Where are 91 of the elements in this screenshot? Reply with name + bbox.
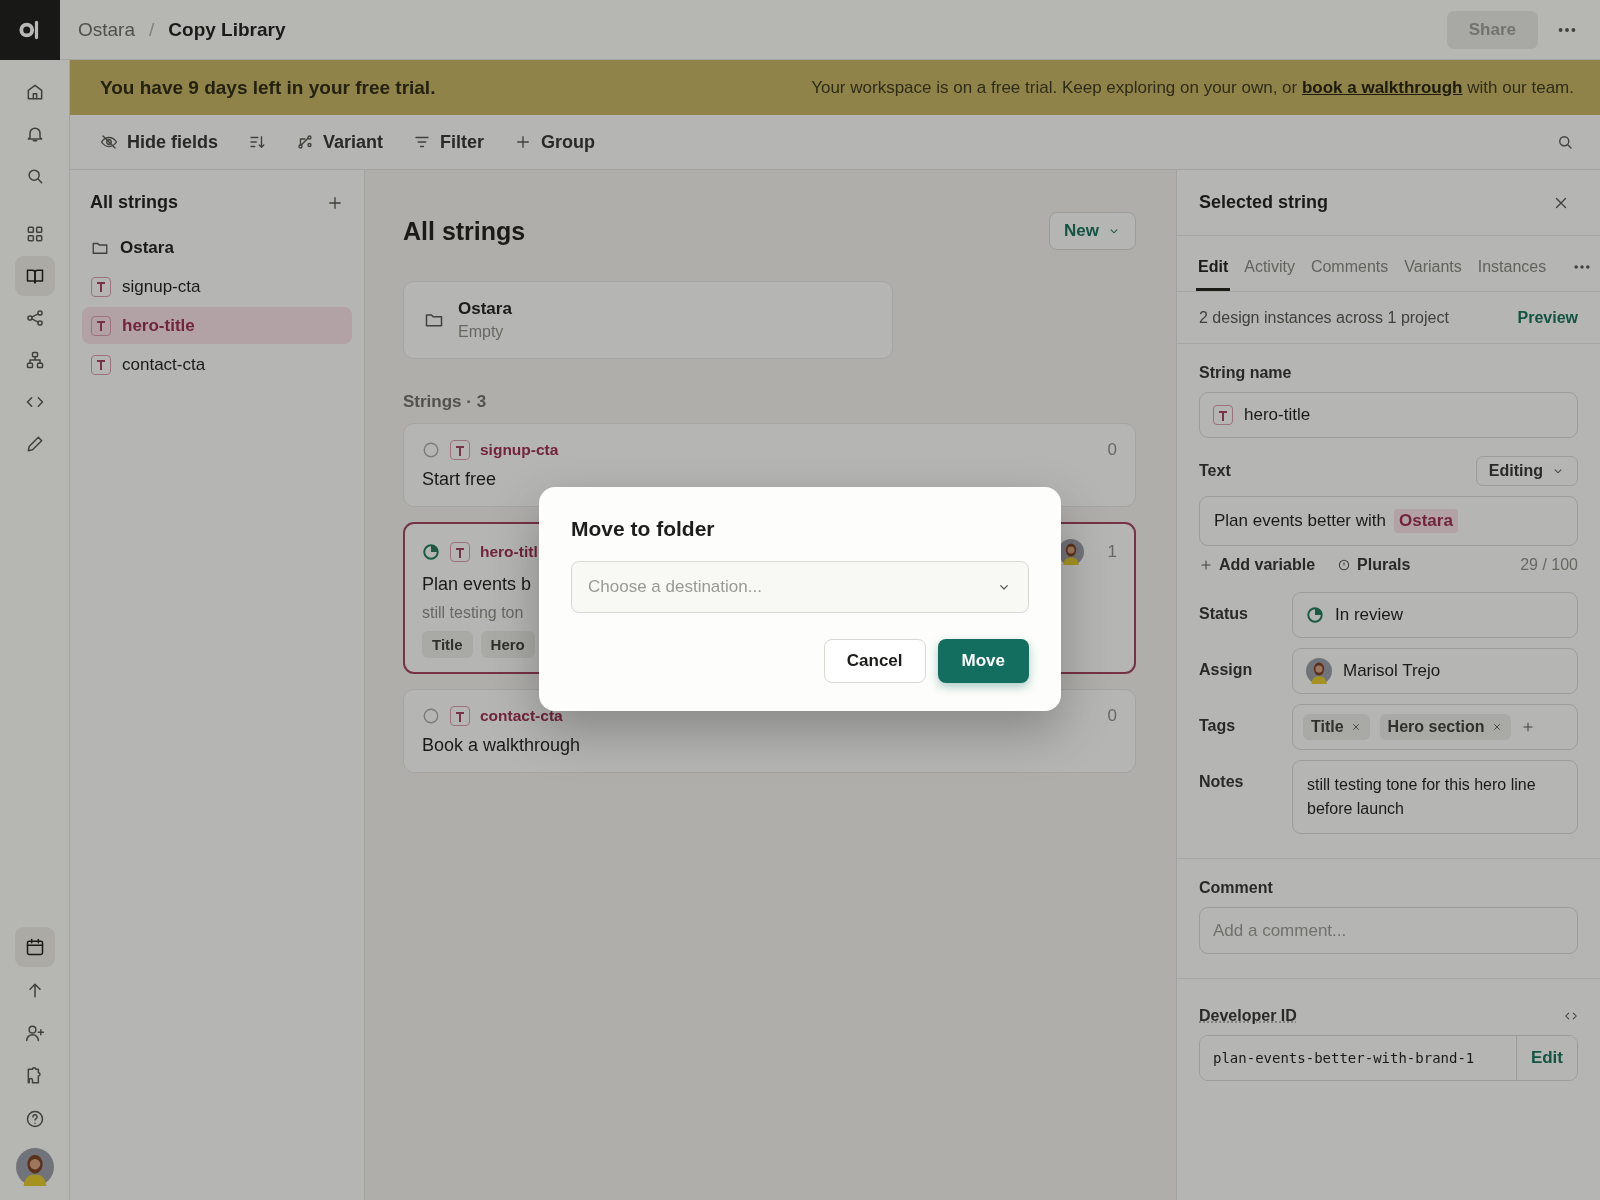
toolbar-button[interactable]: Group: [514, 131, 596, 153]
calendar-icon: [24, 937, 45, 957]
text-type-icon: [450, 542, 470, 562]
sort-icon: [248, 133, 267, 151]
character-count: 29 / 100: [1520, 556, 1578, 574]
text-value: Plan events better with: [1214, 511, 1386, 531]
plus-icon: [1199, 558, 1213, 572]
folder-card[interactable]: Ostara Empty: [403, 281, 893, 359]
book-icon: [24, 266, 45, 286]
variable-chip[interactable]: Ostara: [1394, 509, 1458, 533]
plurals-button[interactable]: Plurals: [1337, 556, 1411, 574]
move-button[interactable]: Move: [937, 639, 1029, 683]
page-title: All strings: [403, 216, 526, 246]
instance-count: 1: [1107, 542, 1117, 562]
add-user-icon: [24, 1023, 45, 1043]
tag-label: Title: [1311, 718, 1344, 736]
name-field[interactable]: hero-title: [1199, 392, 1578, 438]
help-icon: [24, 1109, 45, 1129]
toolbar-button[interactable]: Hide fields: [100, 131, 219, 153]
comment-field[interactable]: Add a comment...: [1199, 907, 1578, 954]
field-label: Assign: [1199, 660, 1254, 679]
sort-button[interactable]: [248, 133, 267, 151]
status-field[interactable]: In review: [1292, 592, 1578, 638]
field-label: Text: [1199, 462, 1231, 480]
field-label: Status: [1199, 604, 1249, 623]
mode-dropdown[interactable]: Editing: [1475, 456, 1578, 486]
string-text: Start free: [422, 469, 497, 490]
field-label: Notes: [1199, 772, 1245, 791]
code-icon[interactable]: [1564, 1009, 1578, 1023]
text-type-icon: [450, 440, 470, 460]
tab[interactable]: Edit: [1196, 258, 1231, 291]
string-name: signup-cta: [480, 441, 559, 459]
panel-title: Selected string: [1199, 192, 1329, 213]
panel-title: All strings: [90, 192, 178, 213]
dialog-title: Move to folder: [571, 517, 716, 541]
clock-icon: [1337, 558, 1352, 572]
string-note: still testing ton: [422, 604, 524, 622]
instances-summary: 2 design instances across 1 project: [1199, 308, 1449, 327]
share-icon: [24, 308, 45, 328]
edit-button[interactable]: Edit: [1515, 1036, 1577, 1080]
trial-note: Your workspace is on a free trial. Keep exploring on your own, or book a walkthrough with our team.: [811, 77, 1574, 98]
text-type-icon: [91, 315, 111, 336]
tags-field[interactable]: Title Hero section: [1292, 704, 1578, 750]
section-label: Strings · 3: [403, 392, 488, 412]
search-icon[interactable]: [1556, 133, 1574, 151]
nav-button[interactable]: [14, 256, 55, 296]
tag-label: Hero section: [1387, 718, 1485, 736]
string-name: contact-cta: [480, 707, 563, 725]
nav-button[interactable]: [14, 927, 55, 967]
variant-icon: [296, 133, 315, 151]
text-type-icon: [91, 354, 111, 375]
string-text: Plan events b: [422, 574, 532, 595]
text-type-icon: [1213, 405, 1233, 425]
field-label: Comment: [1199, 879, 1274, 897]
breadcrumb-item[interactable]: Ostara: [78, 18, 136, 41]
add-variable-button[interactable]: Add variable: [1199, 556, 1316, 574]
instance-count: 0: [1107, 706, 1117, 726]
tag: Title: [422, 631, 473, 658]
assignee-avatar: [1306, 658, 1332, 684]
tree-item[interactable]: contact-cta: [82, 346, 352, 383]
breadcrumb-item[interactable]: Copy Library: [168, 18, 286, 41]
tag: Hero: [480, 631, 535, 658]
logo[interactable]: [0, 0, 60, 60]
text-type-icon: [91, 276, 111, 297]
trial-message: You have 9 days left in your free trial.: [100, 76, 436, 99]
tree-item[interactable]: hero-title: [82, 307, 352, 344]
developer-id-field[interactable]: plan-events-better-with-brand-1 Edit: [1199, 1035, 1578, 1081]
toolbar-button[interactable]: Filter: [413, 131, 485, 153]
toolbar-button[interactable]: Variant: [296, 131, 384, 153]
breadcrumb-separator: /: [149, 18, 155, 41]
text-type-icon: [450, 706, 470, 726]
preview-link[interactable]: Preview: [1517, 308, 1578, 327]
field-label: String name: [1199, 364, 1293, 382]
string-text: Book a walkthrough: [422, 735, 581, 756]
assignee-field[interactable]: Marisol Trejo: [1292, 648, 1578, 694]
folder-status: Empty: [458, 323, 505, 341]
tree-item[interactable]: signup-cta: [82, 268, 352, 305]
hierarchy-icon: [24, 350, 45, 370]
new-button[interactable]: New: [1049, 212, 1136, 250]
walkthrough-link[interactable]: book a walkthrough: [1301, 77, 1463, 97]
folder-name: Ostara: [458, 299, 512, 319]
hide-icon: [100, 133, 118, 151]
notes-field[interactable]: still testing tone for this hero line before launch: [1292, 760, 1578, 834]
tree-item[interactable]: Ostara: [82, 229, 352, 266]
instance-count: 0: [1107, 440, 1117, 460]
user-avatar: [15, 1148, 54, 1186]
cancel-button[interactable]: Cancel: [823, 639, 926, 683]
field-label: Developer ID: [1199, 1007, 1297, 1025]
text-field[interactable]: Plan events better with Ostara: [1199, 496, 1578, 546]
string-name: hero-titl: [480, 543, 538, 561]
field-label: Tags: [1199, 716, 1237, 735]
